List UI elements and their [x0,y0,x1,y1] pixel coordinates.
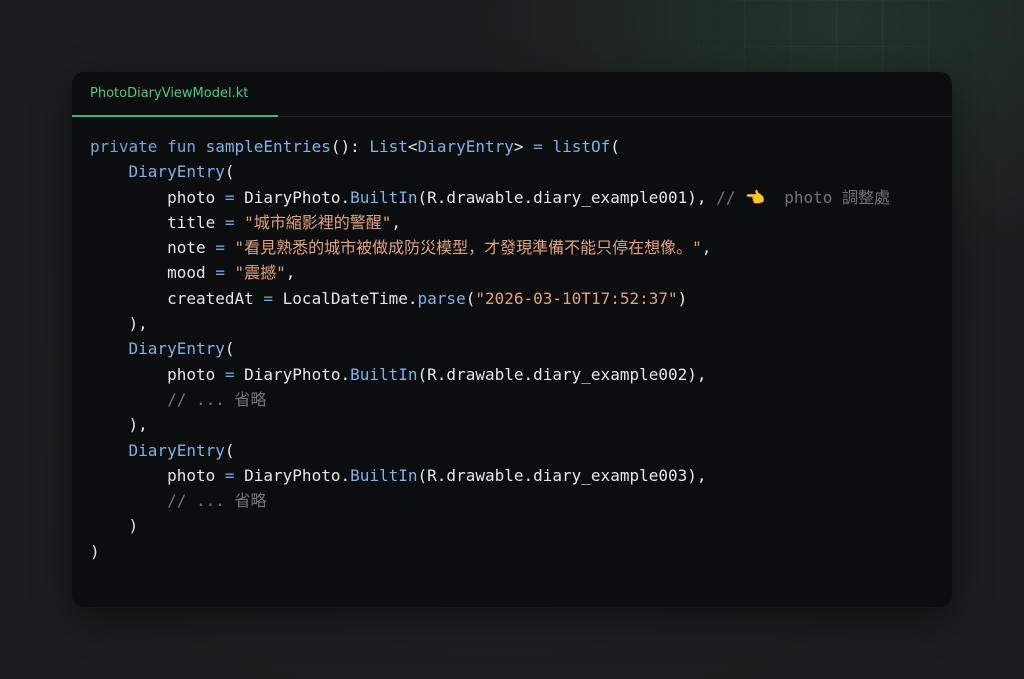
code-token-text: photo [90,364,225,384]
code-token-type: List [369,137,408,156]
code-token-string: "震撼" [234,263,286,283]
code-line: photo = DiaryPhoto.BuiltIn(R.drawable.di… [90,362,890,387]
code-token-function: parse [417,288,466,308]
code-token-operator: = [215,238,225,258]
code-token-type: DiaryEntry [417,137,514,156]
code-comment: // ... 省略 [167,491,267,511]
code-token-text: DiaryPhoto. [234,364,351,384]
code-token-text: ), [90,314,148,334]
editor-tab-bar: PhotoDiaryViewModel.kt [72,72,952,117]
code-line: private fun sampleEntries(): List<DiaryE… [90,134,890,159]
code-token-string: "看見熟悉的城市被做成防災模型，才發現準備不能只停在想像。" [234,238,702,258]
code-token-function: sampleEntries [205,137,331,156]
code-token-text: (R.drawable.diary_example003), [417,465,707,485]
code-token-text: ( [465,288,476,308]
code-line: title = "城市縮影裡的警醒", [90,210,890,235]
code-token-text: ( [224,339,235,359]
code-line: photo = DiaryPhoto.BuiltIn(R.drawable.di… [90,185,890,210]
code-token-operator: = [224,187,235,207]
code-token-keyword: fun [167,137,196,156]
code-token-text: DiaryPhoto. [234,187,351,207]
code-token-type: DiaryEntry [128,440,225,460]
code-token-text: DiaryPhoto. [234,465,351,485]
code-line: DiaryEntry( [90,438,890,463]
code-token-function: listOf [552,137,611,156]
code-token-function: BuiltIn [350,364,418,384]
code-line: // ... 省略 [90,387,890,412]
code-token-operator: = [224,212,235,232]
code-token-operator: = [224,364,235,384]
code-token-string: "2026-03-10T17:52:37" [475,288,678,308]
code-token-text: ) [90,516,139,536]
code-token-function: BuiltIn [350,465,418,485]
code-line: ) [90,539,890,564]
code-token-string: "城市縮影裡的警醒" [244,212,392,232]
code-token-text: ( [224,440,235,460]
code-token-text: ) [677,288,688,308]
code-token-function: BuiltIn [350,187,418,207]
code-token-text: photo [90,465,225,485]
code-token-text: , [285,263,296,283]
code-editor-window: PhotoDiaryViewModel.kt private fun sampl… [72,72,952,607]
code-token-operator: = [224,465,235,485]
code-token-text: > [513,137,534,156]
file-tab-label: PhotoDiaryViewModel.kt [90,86,249,101]
code-line: note = "看見熟悉的城市被做成防災模型，才發現準備不能只停在想像。", [90,235,890,260]
code-line: photo = DiaryPhoto.BuiltIn(R.drawable.di… [90,463,890,488]
code-token-text: < [407,137,418,156]
code-token-text: (): [330,137,370,156]
code-line: DiaryEntry( [90,159,890,184]
code-token-text: title [90,212,225,232]
code-token-text: , [701,238,712,258]
code-token-text: (R.drawable.diary_example002), [417,364,707,384]
code-token-text: , [391,212,402,232]
code-token-text: note [90,238,216,258]
code-token-operator: = [215,263,225,283]
code-token-text: LocalDateTime. [273,288,418,308]
code-token-text: mood [90,263,216,283]
code-token-text: photo [90,187,225,207]
code-token-text: ) [90,541,100,561]
code-token-text: ( [610,137,620,156]
code-token-text: (R.drawable.diary_example001), [417,187,717,207]
code-token-text: ( [224,162,235,182]
code-token-type: DiaryEntry [128,162,225,182]
code-comment: // ... 省略 [167,389,267,409]
code-line: mood = "震撼", [90,260,890,285]
code-line: ), [90,311,890,336]
code-line: DiaryEntry( [90,336,890,361]
code-token-keyword: private [90,137,158,156]
code-token-type: DiaryEntry [128,339,225,359]
file-tab-photo-diary-view-model[interactable]: PhotoDiaryViewModel.kt [72,72,278,117]
code-token-text: ), [90,415,148,435]
code-token-text: createdAt [90,288,264,308]
code-token-operator: = [533,137,543,156]
code-comment: // 👈 photo 調整處 [716,187,891,207]
code-line: createdAt = LocalDateTime.parse("2026-03… [90,286,890,311]
code-token-operator: = [263,288,274,308]
code-line: ), [90,412,890,437]
code-line: ) [90,513,890,538]
code-block[interactable]: private fun sampleEntries(): List<DiaryE… [90,134,890,564]
code-line: // ... 省略 [90,488,890,513]
